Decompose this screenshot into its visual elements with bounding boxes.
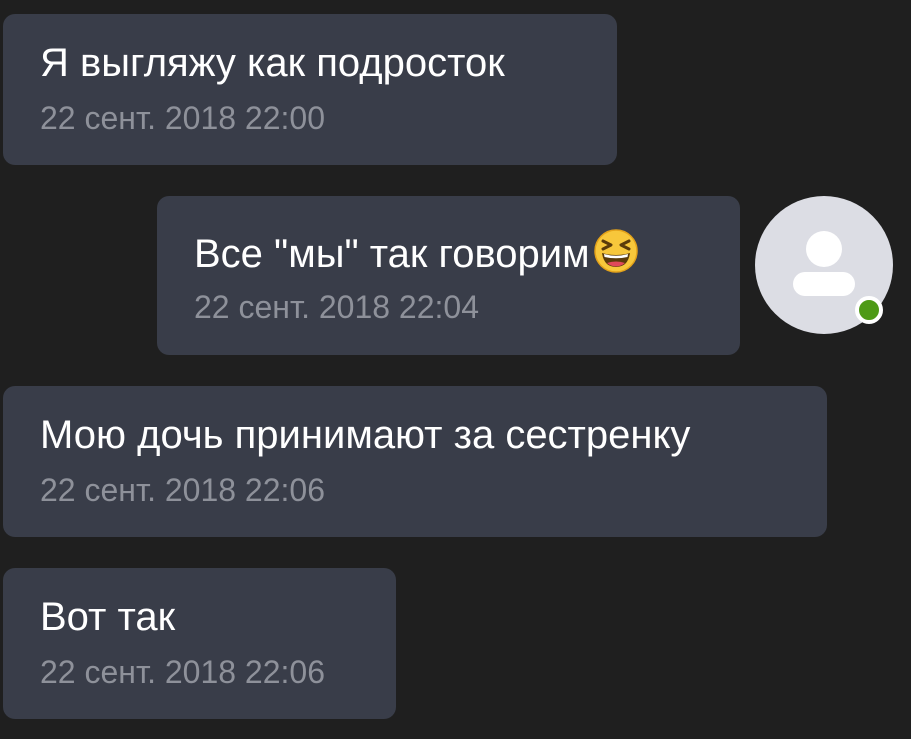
online-status-indicator [855,296,883,324]
message-timestamp: 22 сент. 2018 22:06 [40,654,325,690]
message-text: Я выгляжу как подросток [40,41,505,85]
message-text: Все "мы" так говорим [194,232,590,276]
message-timestamp: 22 сент. 2018 22:04 [194,289,479,325]
grinning-squinting-face-icon [593,229,638,273]
message-timestamp: 22 сент. 2018 22:00 [40,100,325,136]
message-text: Мою дочь принимают за сестренку [40,413,691,457]
message-bubble[interactable]: Мою дочь принимают за сестренку 22 сент.… [3,386,827,537]
message-bubble[interactable]: Вот так 22 сент. 2018 22:06 [3,568,396,719]
message-text-line: Все "мы" так говорим [194,227,640,279]
message-timestamp: 22 сент. 2018 22:06 [40,472,325,508]
message-text: Вот так [40,595,176,639]
message-bubble-outgoing[interactable]: Все "мы" так говорим 22 сент. 2018 22:04 [157,196,740,355]
message-bubble[interactable]: Я выгляжу как подросток 22 сент. 2018 22… [3,14,617,165]
